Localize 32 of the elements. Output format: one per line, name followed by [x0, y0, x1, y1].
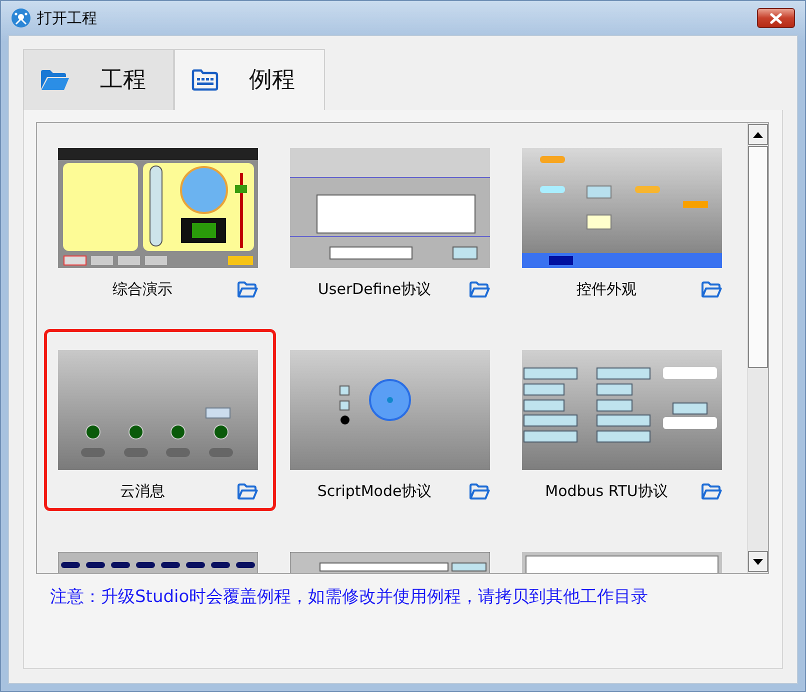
folder-icon[interactable] — [701, 280, 722, 298]
example-tile[interactable]: 控件外观 — [508, 127, 740, 309]
scroll-down-button[interactable] — [748, 551, 768, 572]
folder-icon[interactable] — [469, 280, 490, 298]
example-label[interactable]: 控件外观 — [522, 278, 701, 300]
folder-icon[interactable] — [469, 482, 490, 500]
down-arrow-icon — [753, 558, 763, 564]
folder-icon[interactable] — [701, 482, 722, 500]
example-tile[interactable]: 综合演示 — [44, 127, 276, 309]
window-title: 打开工程 — [37, 8, 97, 29]
example-label[interactable]: Modbus RTU协议 — [522, 480, 701, 502]
folder-icon[interactable] — [237, 280, 258, 298]
tab[interactable]: 例程 — [174, 49, 325, 110]
notice-text: 注意：升级Studio时会覆盖例程，如需修改并使用例程，请拷贝到其他工作目录 — [50, 586, 650, 609]
example-label[interactable]: ScriptMode协议 — [290, 480, 469, 502]
example-tile[interactable]: UserDefine协议 — [276, 127, 508, 309]
folder-keyboard-icon — [191, 69, 219, 91]
folder-icon[interactable] — [237, 482, 258, 500]
up-arrow-icon — [753, 132, 763, 138]
example-tile[interactable]: ScriptMode协议 — [276, 329, 508, 511]
example-label[interactable]: UserDefine协议 — [290, 278, 469, 300]
close-icon — [770, 12, 782, 24]
tab[interactable]: 工程 — [23, 49, 174, 110]
app-logo-icon — [11, 8, 31, 28]
folder-icon — [40, 69, 70, 91]
example-label[interactable]: 综合演示 — [58, 278, 237, 300]
scrollbar-thumb[interactable] — [748, 146, 768, 368]
example-tile[interactable]: Modbus RTU协议 — [508, 329, 740, 511]
example-label[interactable]: 云消息 — [58, 480, 237, 502]
scroll-up-button[interactable] — [748, 124, 768, 145]
example-tile[interactable]: 云消息 — [44, 329, 276, 511]
close-button[interactable] — [757, 8, 795, 28]
